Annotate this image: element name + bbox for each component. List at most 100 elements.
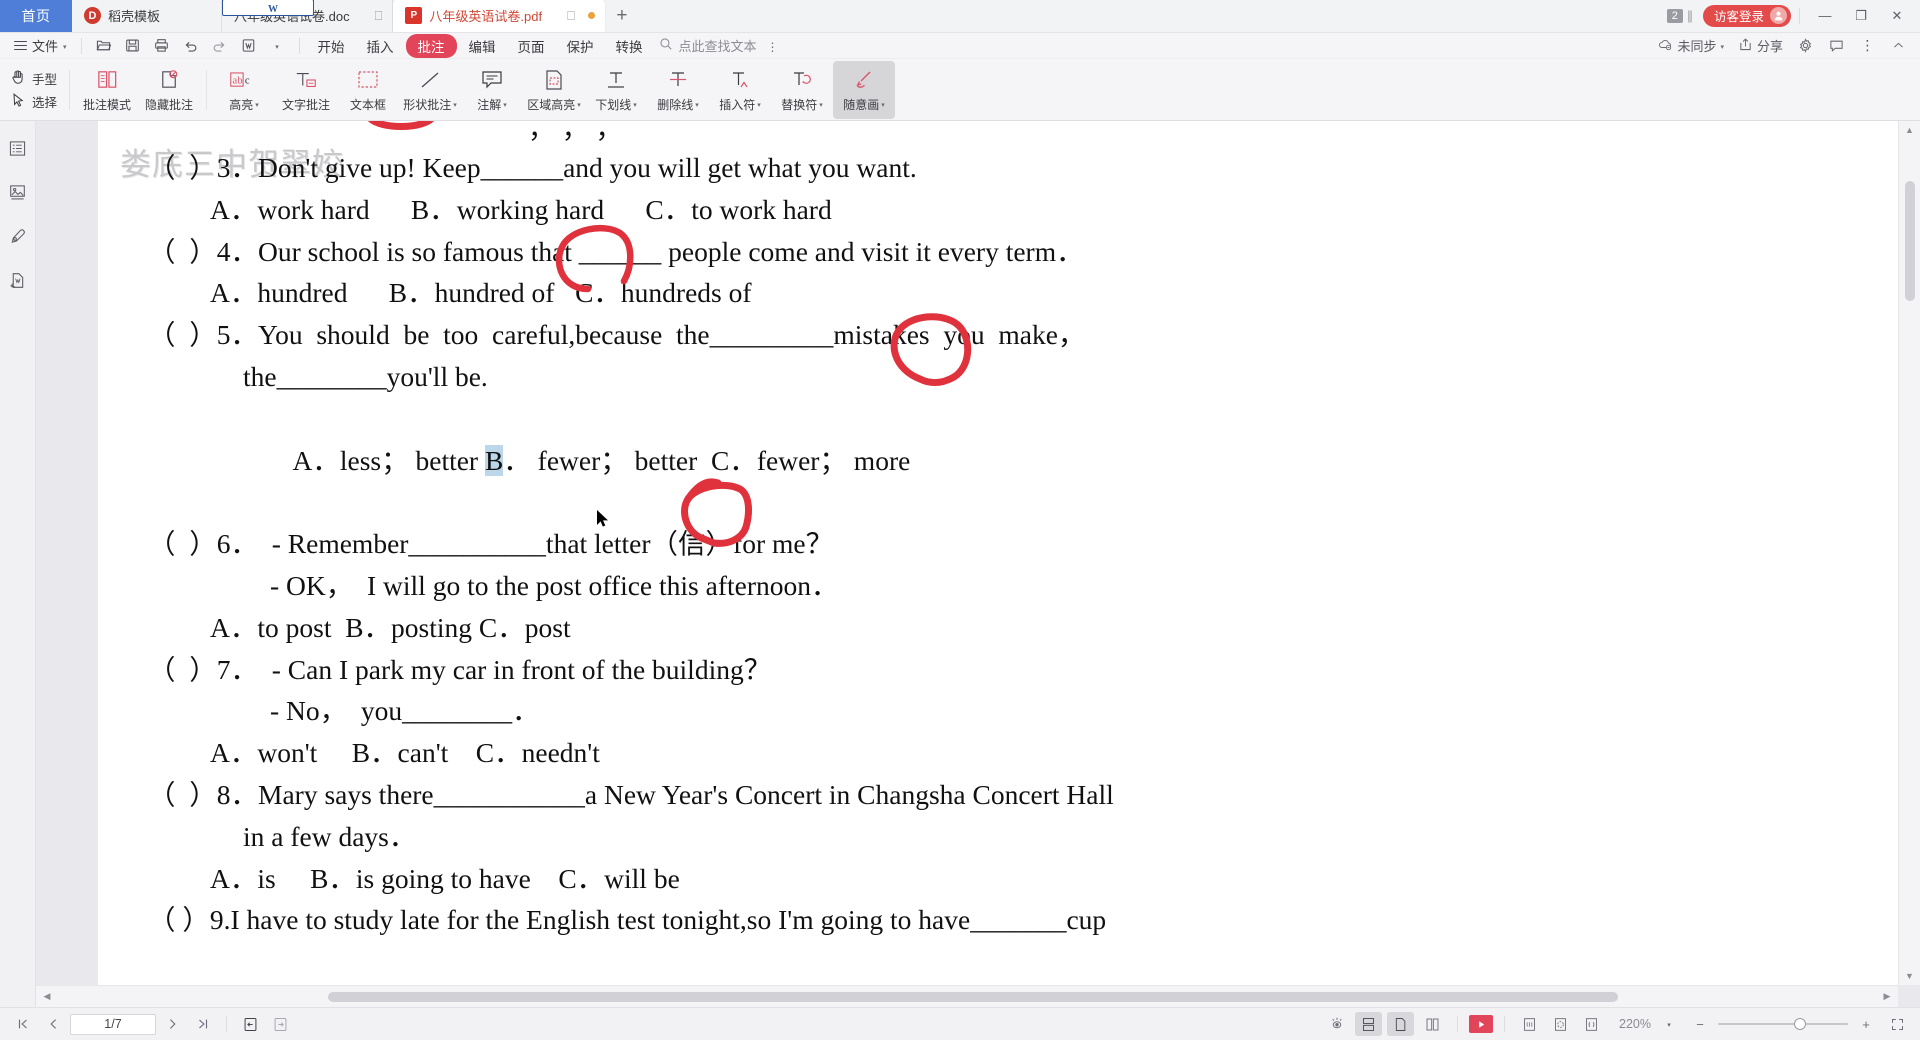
shape-annotation-button[interactable]: 形状批注 ▾: [399, 61, 461, 119]
fit-page-button[interactable]: [1547, 1012, 1573, 1036]
document-viewport[interactable]: 娄底三中贺翠姣 ， ， ， （ ）3．Don't give up! Keep__…: [36, 121, 1920, 1007]
export-page-icon[interactable]: [7, 269, 29, 291]
monitor-icon[interactable]: ⎕: [549, 8, 575, 24]
strikethrough-button[interactable]: 删除线 ▾: [647, 61, 709, 119]
page-text[interactable]: （ ）3．Don't give up! Keep______and you wi…: [98, 143, 1898, 985]
zoom-slider-knob[interactable]: [1794, 1018, 1806, 1030]
scroll-left-arrow-icon[interactable]: ◀: [36, 991, 58, 1002]
menu-tab-annotate[interactable]: 批注: [405, 33, 457, 58]
pdf-page[interactable]: 娄底三中贺翠姣 ， ， ， （ ）3．Don't give up! Keep__…: [98, 121, 1898, 985]
area-highlight-button[interactable]: 区域高亮 ▾: [523, 61, 585, 119]
redo-icon[interactable]: [206, 35, 233, 57]
monitor-icon[interactable]: ⎕: [357, 8, 383, 24]
print-icon[interactable]: [148, 35, 175, 57]
hand-tool-button[interactable]: 手型: [10, 69, 57, 88]
double-page-button[interactable]: [1419, 1012, 1446, 1036]
save-icon[interactable]: [119, 35, 146, 57]
page-number-input[interactable]: 1/7: [70, 1013, 156, 1035]
single-page-button[interactable]: [1387, 1012, 1414, 1036]
freehand-draw-button[interactable]: 随意画 ▾: [833, 60, 896, 119]
more-vertical-icon[interactable]: ⋮: [767, 40, 779, 54]
last-page-button[interactable]: [190, 1012, 216, 1036]
tab-english-pdf[interactable]: P 八年级英语试卷.pdf ⎕: [393, 0, 605, 32]
tab-count-badge[interactable]: 2: [1666, 8, 1683, 23]
hand-icon: [10, 69, 26, 88]
tab-seed-template[interactable]: D 稻壳模板: [72, 0, 222, 32]
quick-more-icon[interactable]: ▾: [264, 35, 291, 57]
outline-icon[interactable]: [7, 137, 29, 159]
wps-pdf-window: 首页 D 稻壳模板 W 八年级英语试卷.doc ⎕ P 八年级英语试卷.pdf …: [0, 0, 1920, 1040]
maximize-button[interactable]: ❐: [1844, 2, 1878, 30]
question-line-q6: （ ）6． - Remember__________that letter（信）…: [148, 528, 834, 560]
scroll-up-arrow-icon[interactable]: ▲: [1899, 121, 1920, 139]
fit-width-button[interactable]: [1578, 1012, 1604, 1036]
actual-size-button[interactable]: [1516, 1012, 1542, 1036]
continuous-view-button[interactable]: [1355, 1012, 1382, 1036]
fullscreen-button[interactable]: [1884, 1012, 1910, 1036]
caret-insert-button[interactable]: 插入符 ▾: [709, 61, 771, 119]
undo-icon[interactable]: [177, 35, 204, 57]
annotate-mode-button[interactable]: 批注模式: [76, 61, 138, 119]
chevron-down-icon: ▾: [1667, 1022, 1671, 1029]
minimize-button[interactable]: —: [1808, 2, 1842, 30]
menu-tab-protect[interactable]: 保护: [557, 34, 604, 58]
text-annotation-button[interactable]: 文字批注: [275, 61, 337, 119]
first-page-button[interactable]: [10, 1012, 36, 1036]
next-page-button[interactable]: [160, 1012, 186, 1036]
search-box[interactable]: 点此查找文本 ⋮: [659, 36, 779, 55]
read-aloud-icon[interactable]: [1324, 1012, 1350, 1036]
selected-option-b[interactable]: B: [484, 444, 504, 476]
menu-tab-start[interactable]: 开始: [308, 34, 355, 58]
more-vertical-icon[interactable]: ⋮: [1854, 35, 1881, 57]
page-right-button[interactable]: [267, 1012, 293, 1036]
underline-button[interactable]: 下划线 ▾: [585, 61, 647, 119]
horizontal-scrollbar[interactable]: ◀ ▶: [36, 985, 1898, 1007]
prev-page-button[interactable]: [40, 1012, 66, 1036]
vertical-scroll-thumb[interactable]: [1905, 181, 1915, 301]
zoom-slider[interactable]: [1718, 1017, 1848, 1031]
question-line-q8-cont: in a few days．: [243, 820, 417, 852]
horizontal-scroll-thumb[interactable]: [328, 991, 1618, 1002]
guest-login-button[interactable]: 访客登录: [1702, 4, 1791, 27]
note-button[interactable]: 注解 ▾: [461, 61, 523, 119]
shape-annotation-label: 形状批注 ▾: [403, 96, 457, 113]
menu-tab-insert[interactable]: 插入: [357, 34, 404, 58]
close-button[interactable]: ✕: [1880, 2, 1914, 30]
caret-insert-icon: [728, 67, 752, 93]
underline-icon: [604, 67, 628, 93]
textbox-button[interactable]: 文本框: [337, 61, 399, 119]
zoom-out-button[interactable]: −: [1687, 1012, 1713, 1036]
zoom-dropdown-button[interactable]: ▾: [1656, 1012, 1682, 1036]
sync-status-button[interactable]: 未同步 ▾: [1653, 36, 1729, 55]
menu-tab-convert[interactable]: 转换: [606, 34, 653, 58]
replace-icon: [790, 67, 814, 93]
tab-label: 八年级英语试卷.pdf: [429, 9, 543, 24]
share-button[interactable]: 分享: [1733, 36, 1788, 55]
menu-tab-page[interactable]: 页面: [508, 34, 555, 58]
scroll-down-arrow-icon[interactable]: ▼: [1899, 967, 1920, 985]
stamp-icon[interactable]: [7, 225, 29, 247]
page-left-button[interactable]: [237, 1012, 263, 1036]
slideshow-button[interactable]: [1469, 1015, 1493, 1033]
tab-list-grip-icon[interactable]: |||: [1687, 8, 1693, 23]
open-icon[interactable]: [90, 35, 117, 57]
comment-icon[interactable]: [1823, 35, 1850, 57]
gear-icon[interactable]: [1792, 35, 1819, 57]
export-icon[interactable]: [235, 35, 262, 57]
file-menu-button[interactable]: 文件 ▾: [8, 36, 73, 55]
menu-tab-edit[interactable]: 编辑: [459, 34, 506, 58]
zoom-in-button[interactable]: +: [1853, 1012, 1879, 1036]
question-line-q8: （ ）8．Mary says there___________a New Yea…: [148, 778, 1114, 810]
vertical-scrollbar[interactable]: ▲ ▼: [1898, 121, 1920, 985]
home-tab[interactable]: 首页: [0, 0, 72, 32]
thumbnail-icon[interactable]: [7, 181, 29, 203]
scroll-right-arrow-icon[interactable]: ▶: [1876, 991, 1898, 1002]
tab-english-doc[interactable]: W 八年级英语试卷.doc ⎕: [222, 0, 394, 32]
highlight-button[interactable]: ab c 高亮 ▾: [213, 61, 275, 119]
new-tab-button[interactable]: +: [605, 0, 639, 32]
search-icon: [659, 37, 673, 54]
replace-button[interactable]: 替换符 ▾: [771, 61, 833, 119]
select-tool-button[interactable]: 选择: [10, 92, 57, 111]
hide-annotation-button[interactable]: 隐藏批注: [138, 61, 200, 119]
chevron-up-icon[interactable]: [1885, 35, 1912, 57]
